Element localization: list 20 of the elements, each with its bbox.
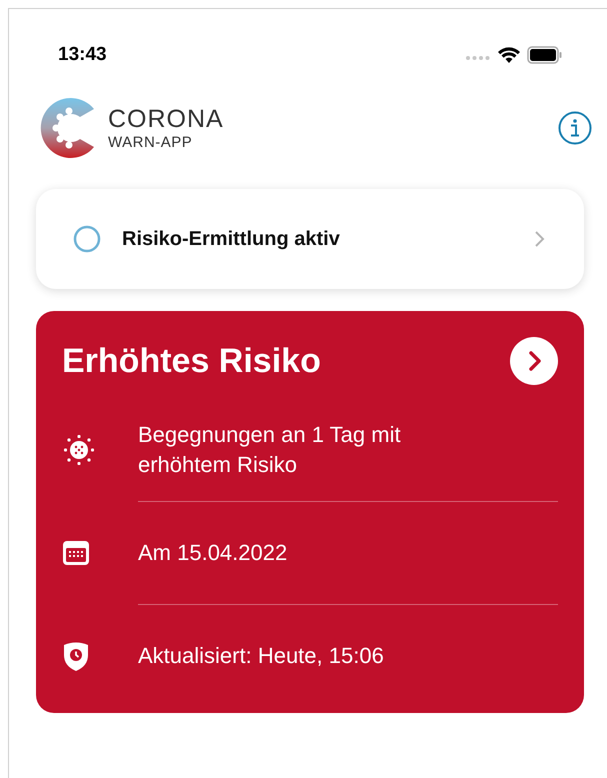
battery-icon — [527, 46, 563, 64]
signal-icon — [465, 55, 491, 61]
circle-icon — [72, 224, 102, 254]
risk-card[interactable]: Erhöhtes Risiko Begegnungen an 1 Tag mit erhöhtem Risiko Am 15.04.2022 Aktualisiert: Heute, 15:06 — [36, 311, 584, 713]
status-card[interactable]: Risiko-Ermittlung aktiv — [36, 189, 584, 289]
risk-detail: Aktualisiert: Heute, 15:06 — [138, 642, 384, 670]
status-label: Risiko-Ermittlung aktiv — [122, 228, 341, 250]
risk-title: Erhöhtes Risiko — [62, 342, 321, 380]
shield-clock-icon — [62, 640, 90, 672]
risk-detail: Begegnungen an 1 Tag mit erhöhtem Risiko — [138, 421, 402, 479]
status-time: 13:43 — [58, 44, 107, 66]
info-icon[interactable] — [558, 111, 592, 145]
calendar-icon — [62, 540, 90, 566]
logo-subtitle: WARN-APP — [108, 134, 194, 151]
logo-title: CORONA — [108, 105, 224, 134]
wifi-icon — [497, 46, 521, 64]
virus-icon — [62, 433, 96, 467]
risk-detail: Am 15.04.2022 — [138, 539, 288, 567]
chevron-icon — [534, 230, 546, 248]
chevron-icon[interactable] — [510, 337, 558, 385]
